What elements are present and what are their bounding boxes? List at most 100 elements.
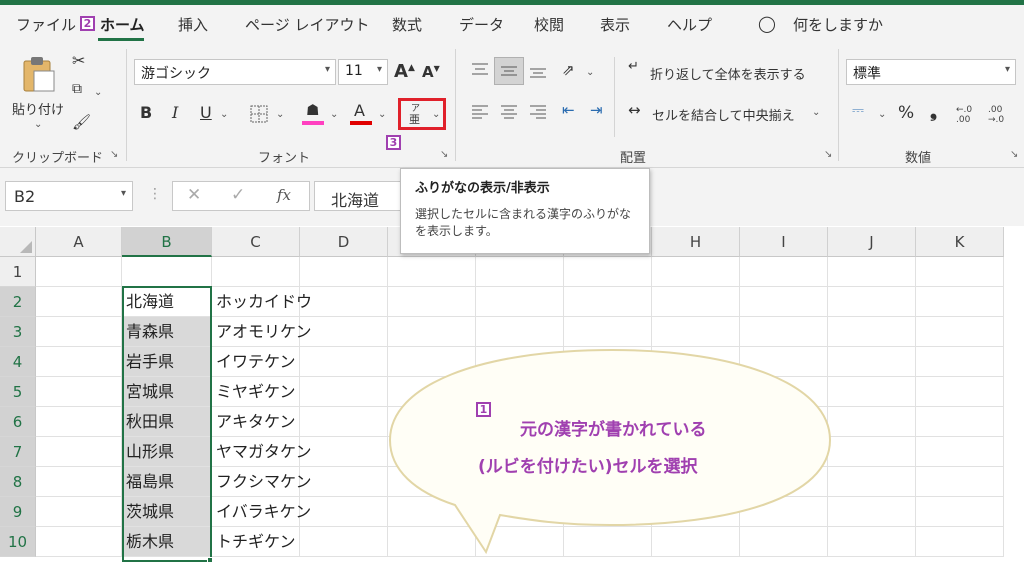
cell-k2[interactable] — [916, 287, 1004, 317]
cell-e9[interactable] — [388, 497, 476, 527]
cell-a2[interactable] — [36, 287, 122, 317]
tell-me-search[interactable]: 何をしますか — [793, 14, 883, 35]
cell-k4[interactable] — [916, 347, 1004, 377]
cell-g1[interactable] — [564, 257, 652, 287]
cell-f3[interactable] — [476, 317, 564, 347]
cell-e3[interactable] — [388, 317, 476, 347]
cell-k9[interactable] — [916, 497, 1004, 527]
cell-d5[interactable] — [300, 377, 388, 407]
cell-a1[interactable] — [36, 257, 122, 287]
cell-e1[interactable] — [388, 257, 476, 287]
cell-c7[interactable]: ヤマガタケン — [212, 437, 312, 467]
increase-indent-icon[interactable]: ⇥ — [590, 101, 603, 119]
cell-d7[interactable] — [300, 437, 388, 467]
column-header-c[interactable]: C — [212, 227, 300, 257]
column-header-b[interactable]: B — [122, 227, 212, 257]
cell-b3[interactable]: 青森県 — [122, 317, 212, 347]
tab-help[interactable]: ヘルプ — [667, 14, 712, 35]
cell-d10[interactable] — [300, 527, 388, 557]
merge-center-button[interactable]: セルを結合して中央揃え — [652, 105, 795, 124]
cell-f4[interactable] — [476, 347, 564, 377]
cell-a10[interactable] — [36, 527, 122, 557]
tab-view[interactable]: 表示 — [600, 14, 630, 35]
cell-j1[interactable] — [828, 257, 916, 287]
orientation-icon[interactable]: ⇗ — [562, 61, 575, 79]
cell-c6[interactable]: アキタケン — [212, 407, 300, 437]
cut-icon[interactable]: ✂ — [72, 51, 85, 70]
increase-decimal-button[interactable]: ←.0 .00 — [956, 105, 984, 125]
cell-a5[interactable] — [36, 377, 122, 407]
font-color-button[interactable]: A — [350, 101, 374, 127]
cell-g5[interactable] — [564, 377, 652, 407]
italic-button[interactable]: I — [172, 103, 178, 122]
cell-a9[interactable] — [36, 497, 122, 527]
underline-button[interactable]: U — [200, 103, 212, 122]
fill-color-button[interactable]: ☗ — [302, 101, 326, 127]
paste-button[interactable]: 貼り付け ⌄ — [10, 51, 66, 131]
row-header-1[interactable]: 1 — [0, 257, 36, 287]
cell-j9[interactable] — [828, 497, 916, 527]
cell-f1[interactable] — [476, 257, 564, 287]
cell-e8[interactable] — [388, 467, 476, 497]
tab-file[interactable]: ファイル — [16, 14, 76, 35]
cell-f10[interactable] — [476, 527, 564, 557]
cell-k1[interactable] — [916, 257, 1004, 287]
font-name-select[interactable]: 游ゴシック ▾ — [134, 59, 336, 85]
font-size-select[interactable]: 11 ▾ — [338, 59, 388, 85]
orientation-dropdown-icon[interactable]: ⌄ — [586, 67, 594, 78]
phonetic-dropdown-icon[interactable]: ⌄ — [432, 109, 440, 120]
currency-dropdown-icon[interactable]: ⌄ — [878, 109, 886, 120]
currency-format-icon[interactable]: ⎓ — [852, 101, 864, 119]
row-header-2[interactable]: 2 — [0, 287, 36, 317]
cell-h3[interactable] — [652, 317, 740, 347]
alignment-launcher-icon[interactable]: ↘ — [824, 149, 832, 160]
cell-k3[interactable] — [916, 317, 1004, 347]
cell-c9[interactable]: イバラキケン — [212, 497, 311, 527]
cell-e4[interactable] — [388, 347, 476, 377]
align-left-icon[interactable] — [470, 103, 490, 123]
cell-j4[interactable] — [828, 347, 916, 377]
tab-insert[interactable]: 挿入 — [178, 14, 208, 35]
tab-data[interactable]: データ — [459, 14, 504, 35]
merge-dropdown-icon[interactable]: ⌄ — [812, 107, 820, 118]
cell-b9[interactable]: 茨城県 — [122, 497, 212, 527]
cell-c4[interactable]: イワテケン — [212, 347, 300, 377]
formula-input[interactable]: 北海道 — [314, 181, 410, 211]
paste-dropdown-icon[interactable]: ⌄ — [34, 119, 42, 130]
fill-color-dropdown-icon[interactable]: ⌄ — [330, 109, 338, 120]
row-header-4[interactable]: 4 — [0, 347, 36, 377]
cell-b10[interactable]: 栃木県 — [122, 527, 212, 557]
decrease-indent-icon[interactable]: ⇤ — [562, 101, 575, 119]
number-format-select[interactable]: 標準 ▾ — [846, 59, 1016, 85]
column-header-d[interactable]: D — [300, 227, 388, 257]
row-header-3[interactable]: 3 — [0, 317, 36, 347]
cell-d9[interactable] — [300, 497, 388, 527]
cell-j7[interactable] — [828, 437, 916, 467]
row-header-8[interactable]: 8 — [0, 467, 36, 497]
cell-d3[interactable] — [300, 317, 388, 347]
tab-review[interactable]: 校閲 — [534, 14, 564, 35]
insert-function-icon[interactable]: fx — [277, 186, 291, 204]
cell-j10[interactable] — [828, 527, 916, 557]
cell-h10[interactable] — [652, 527, 740, 557]
fill-handle[interactable] — [207, 557, 213, 563]
decrease-font-size-icon[interactable]: A▼ — [422, 63, 440, 81]
cell-g4[interactable] — [564, 347, 652, 377]
cell-k10[interactable] — [916, 527, 1004, 557]
decrease-decimal-button[interactable]: .00 →.0 — [988, 105, 1018, 125]
align-right-icon[interactable] — [528, 103, 548, 123]
align-top-icon[interactable] — [470, 61, 490, 81]
cell-i1[interactable] — [740, 257, 828, 287]
cell-d8[interactable] — [300, 467, 388, 497]
cell-d4[interactable] — [300, 347, 388, 377]
cell-j6[interactable] — [828, 407, 916, 437]
row-header-5[interactable]: 5 — [0, 377, 36, 407]
cell-k5[interactable] — [916, 377, 1004, 407]
select-all-corner[interactable] — [0, 227, 36, 257]
tab-home[interactable]: ホーム — [100, 14, 145, 35]
name-box[interactable]: B2 ▾ — [5, 181, 133, 211]
increase-font-size-icon[interactable]: A▲ — [394, 61, 415, 82]
cell-i7[interactable] — [740, 437, 828, 467]
cell-i4[interactable] — [740, 347, 828, 377]
cancel-icon[interactable]: ✕ — [187, 185, 201, 205]
